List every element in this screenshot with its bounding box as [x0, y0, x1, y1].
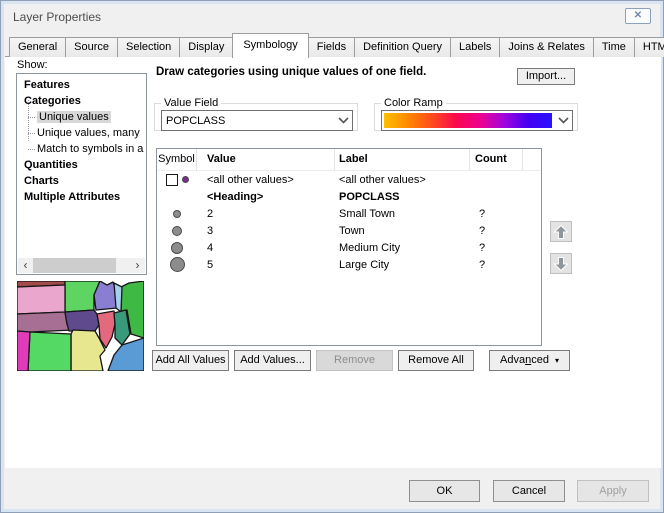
dropdown-caret-icon: ▾ — [555, 357, 559, 365]
column-header-label: Label — [335, 149, 470, 170]
point-symbol[interactable] — [172, 226, 182, 236]
add-values-button[interactable]: Add Values... — [234, 350, 311, 371]
map-state — [28, 332, 71, 371]
cancel-button[interactable]: Cancel — [493, 480, 565, 502]
tab-time[interactable]: Time — [593, 37, 635, 57]
map-state — [17, 312, 73, 332]
column-header-symbol: Symbol — [157, 149, 197, 170]
tab-bar: General Source Selection Display Symbolo… — [9, 33, 664, 57]
point-symbol[interactable] — [171, 242, 183, 254]
tree-item-multiple-attributes[interactable]: Multiple Attributes — [17, 189, 146, 205]
close-icon: ✕ — [634, 10, 642, 21]
tab-fields[interactable]: Fields — [308, 37, 355, 57]
table-row[interactable]: <all other values> <all other values> — [157, 171, 541, 188]
symbology-table: Symbol Value Label Count <all other valu… — [156, 148, 542, 346]
up-arrow-icon — [553, 224, 569, 240]
point-symbol[interactable] — [170, 257, 185, 272]
value-field-combobox[interactable]: POPCLASS — [161, 110, 353, 131]
color-ramp-swatch — [384, 113, 552, 128]
tree-item-match-symbols[interactable]: Match to symbols in a — [17, 141, 146, 157]
remove-button: Remove — [316, 350, 393, 371]
column-header-count: Count — [470, 149, 523, 170]
color-ramp-group: Color Ramp — [374, 103, 578, 131]
tree-item-quantities[interactable]: Quantities — [17, 157, 146, 173]
tree-item-features[interactable]: Features — [17, 77, 146, 93]
tab-joins-relates[interactable]: Joins & Relates — [499, 37, 593, 57]
tab-symbology[interactable]: Symbology — [232, 33, 308, 58]
show-label: Show: — [17, 59, 48, 71]
ok-button[interactable]: OK — [409, 480, 480, 502]
advanced-label: Advanced — [500, 351, 549, 370]
map-state — [108, 338, 144, 371]
table-row[interactable]: 5 Large City ? — [157, 256, 541, 273]
tree-item-unique-values[interactable]: Unique values — [17, 109, 146, 125]
symbology-tab-page: Show: Features Categories Unique values … — [5, 56, 661, 468]
instruction-text: Draw categories using unique values of o… — [156, 66, 426, 78]
scrollbar-thumb[interactable] — [33, 258, 116, 273]
chevron-down-icon — [554, 117, 572, 124]
import-button[interactable]: Import... — [517, 68, 575, 85]
add-all-values-button[interactable]: Add All Values — [152, 350, 229, 371]
tab-labels[interactable]: Labels — [450, 37, 500, 57]
map-state — [17, 331, 30, 371]
value-field-label: Value Field — [161, 97, 221, 109]
chevron-down-icon — [334, 117, 352, 124]
point-symbol[interactable] — [173, 210, 181, 218]
all-other-values-checkbox[interactable] — [166, 174, 178, 186]
table-header: Symbol Value Label Count — [157, 149, 541, 171]
tab-display[interactable]: Display — [179, 37, 233, 57]
show-tree: Features Categories Unique values Unique… — [16, 73, 147, 275]
scroll-left-icon[interactable]: ‹ — [18, 258, 33, 273]
value-field-group: Value Field POPCLASS — [154, 103, 358, 131]
apply-button: Apply — [577, 480, 649, 502]
color-ramp-label: Color Ramp — [381, 97, 446, 109]
value-field-value: POPCLASS — [162, 115, 334, 127]
table-row[interactable]: 3 Town ? — [157, 222, 541, 239]
tab-html-popup[interactable]: HTML Popup — [634, 37, 664, 57]
map-state — [17, 285, 65, 314]
advanced-button[interactable]: Advanced ▾ — [489, 350, 570, 371]
tab-general[interactable]: General — [9, 37, 66, 57]
tree-horizontal-scrollbar[interactable]: ‹ › — [18, 258, 145, 273]
table-row[interactable]: 4 Medium City ? — [157, 239, 541, 256]
tab-selection[interactable]: Selection — [117, 37, 180, 57]
down-arrow-icon — [553, 256, 569, 272]
table-row[interactable]: 2 Small Town ? — [157, 205, 541, 222]
move-up-button[interactable] — [550, 221, 572, 242]
map-state — [65, 310, 99, 331]
column-header-value: Value — [197, 149, 335, 170]
window-title: Layer Properties — [13, 10, 101, 24]
map-preview-thumbnail — [17, 281, 144, 371]
color-ramp-combobox[interactable] — [381, 110, 573, 131]
tree-item-charts[interactable]: Charts — [17, 173, 146, 189]
tree-item-unique-values-many[interactable]: Unique values, many — [17, 125, 146, 141]
point-symbol[interactable] — [182, 176, 189, 183]
table-row[interactable]: <Heading> POPCLASS — [157, 188, 541, 205]
tree-item-categories[interactable]: Categories — [17, 93, 146, 109]
scroll-right-icon[interactable]: › — [130, 258, 145, 273]
layer-properties-dialog: Layer Properties ✕ General Source Select… — [0, 0, 664, 513]
remove-all-button[interactable]: Remove All — [398, 350, 474, 371]
close-button[interactable]: ✕ — [625, 8, 651, 24]
tab-source[interactable]: Source — [65, 37, 118, 57]
move-down-button[interactable] — [550, 253, 572, 274]
tab-definition-query[interactable]: Definition Query — [354, 37, 451, 57]
